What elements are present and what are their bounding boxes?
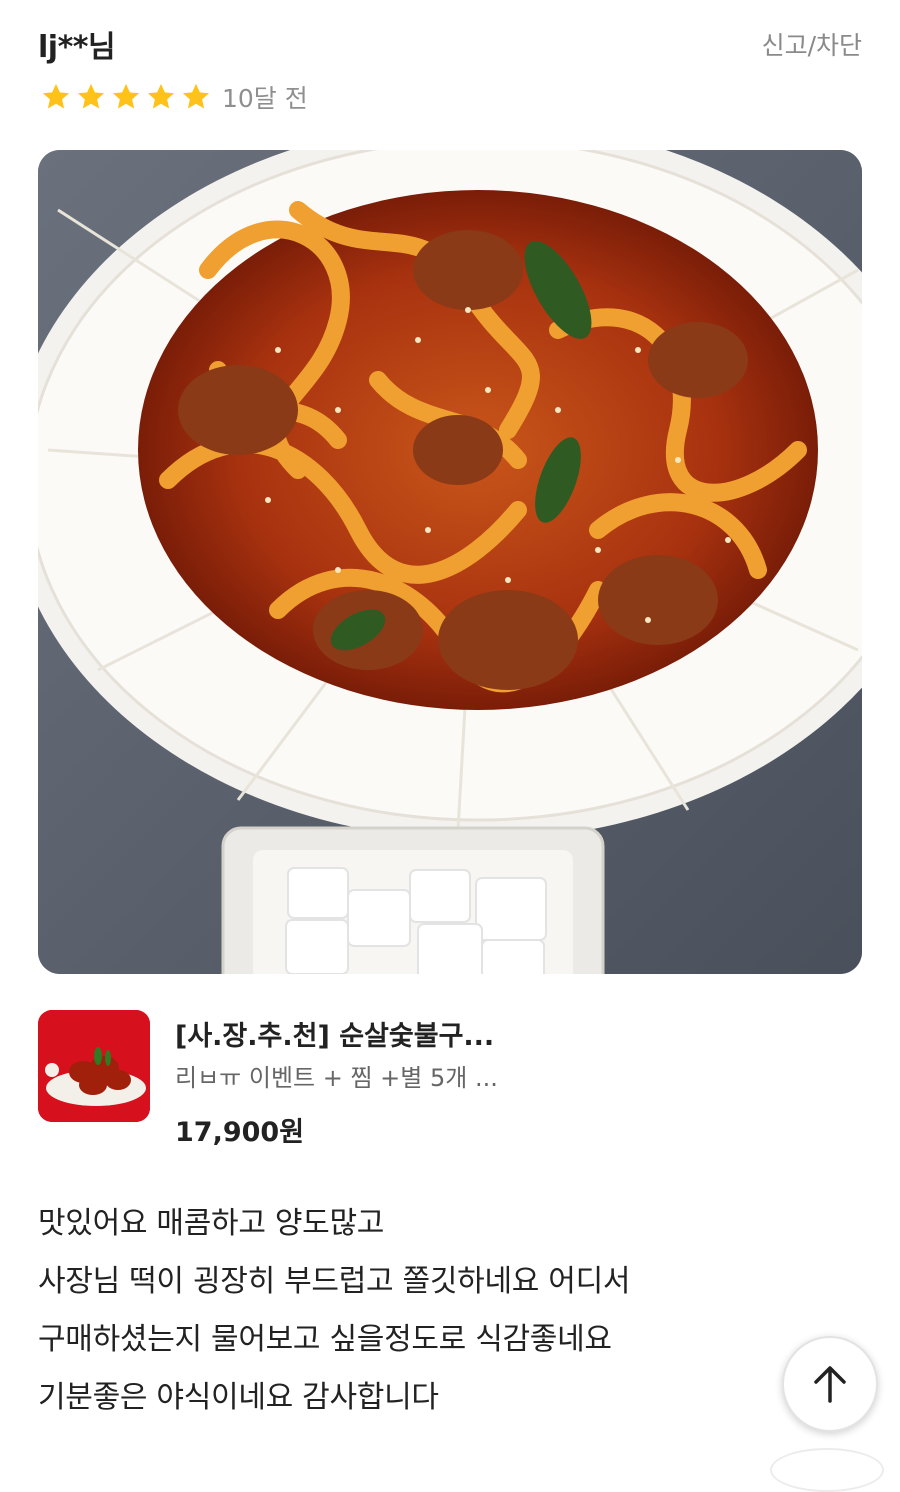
review-line: 기분좋은 야식이네요 감사합니다	[38, 1380, 439, 1415]
star-icon	[42, 83, 70, 109]
product-image	[38, 1010, 150, 1122]
review-photo[interactable]	[38, 150, 862, 974]
arrow-up-icon	[814, 1366, 846, 1403]
rating-row: 10달 전	[40, 80, 308, 114]
review-line: 사장님 떡이 굉장히 부드럽고 쫄깃하네요 어디서	[38, 1264, 631, 1299]
star-icon	[182, 83, 210, 109]
report-block-link[interactable]: 신고/차단	[762, 26, 862, 62]
star-icon	[77, 83, 105, 109]
review-header: lj**님 신고/차단	[38, 22, 862, 65]
review-line: 구매하셨는지 물어보고 싶을정도로 식감좋네요	[38, 1322, 612, 1357]
product-name[interactable]: [사.장.추.천] 순살숯불구...	[175, 1014, 494, 1053]
star-rating	[40, 81, 212, 113]
review-text: 맛있어요 매콤하고 양도많고 사장님 떡이 굉장히 부드럽고 쫄깃하네요 어디서…	[38, 1195, 778, 1427]
product-option: 리ㅂㅠ 이벤트 + 찜 +별 5개 ...	[175, 1064, 498, 1092]
review-date: 10달 전	[222, 84, 308, 113]
star-icon	[112, 83, 140, 109]
review-line: 맛있어요 매콤하고 양도많고	[38, 1206, 385, 1241]
scroll-to-top-button[interactable]	[782, 1336, 878, 1432]
product-thumbnail[interactable]	[38, 1010, 150, 1122]
star-icon	[147, 83, 175, 109]
food-photo-illustration	[38, 150, 862, 974]
floating-button-partial[interactable]	[770, 1448, 884, 1492]
product-price: 17,900원	[175, 1117, 305, 1148]
reviewer-name: lj**님	[38, 30, 116, 65]
product-card[interactable]: [사.장.추.천] 순살숯불구... 리ㅂㅠ 이벤트 + 찜 +별 5개 ...…	[38, 1010, 862, 1148]
